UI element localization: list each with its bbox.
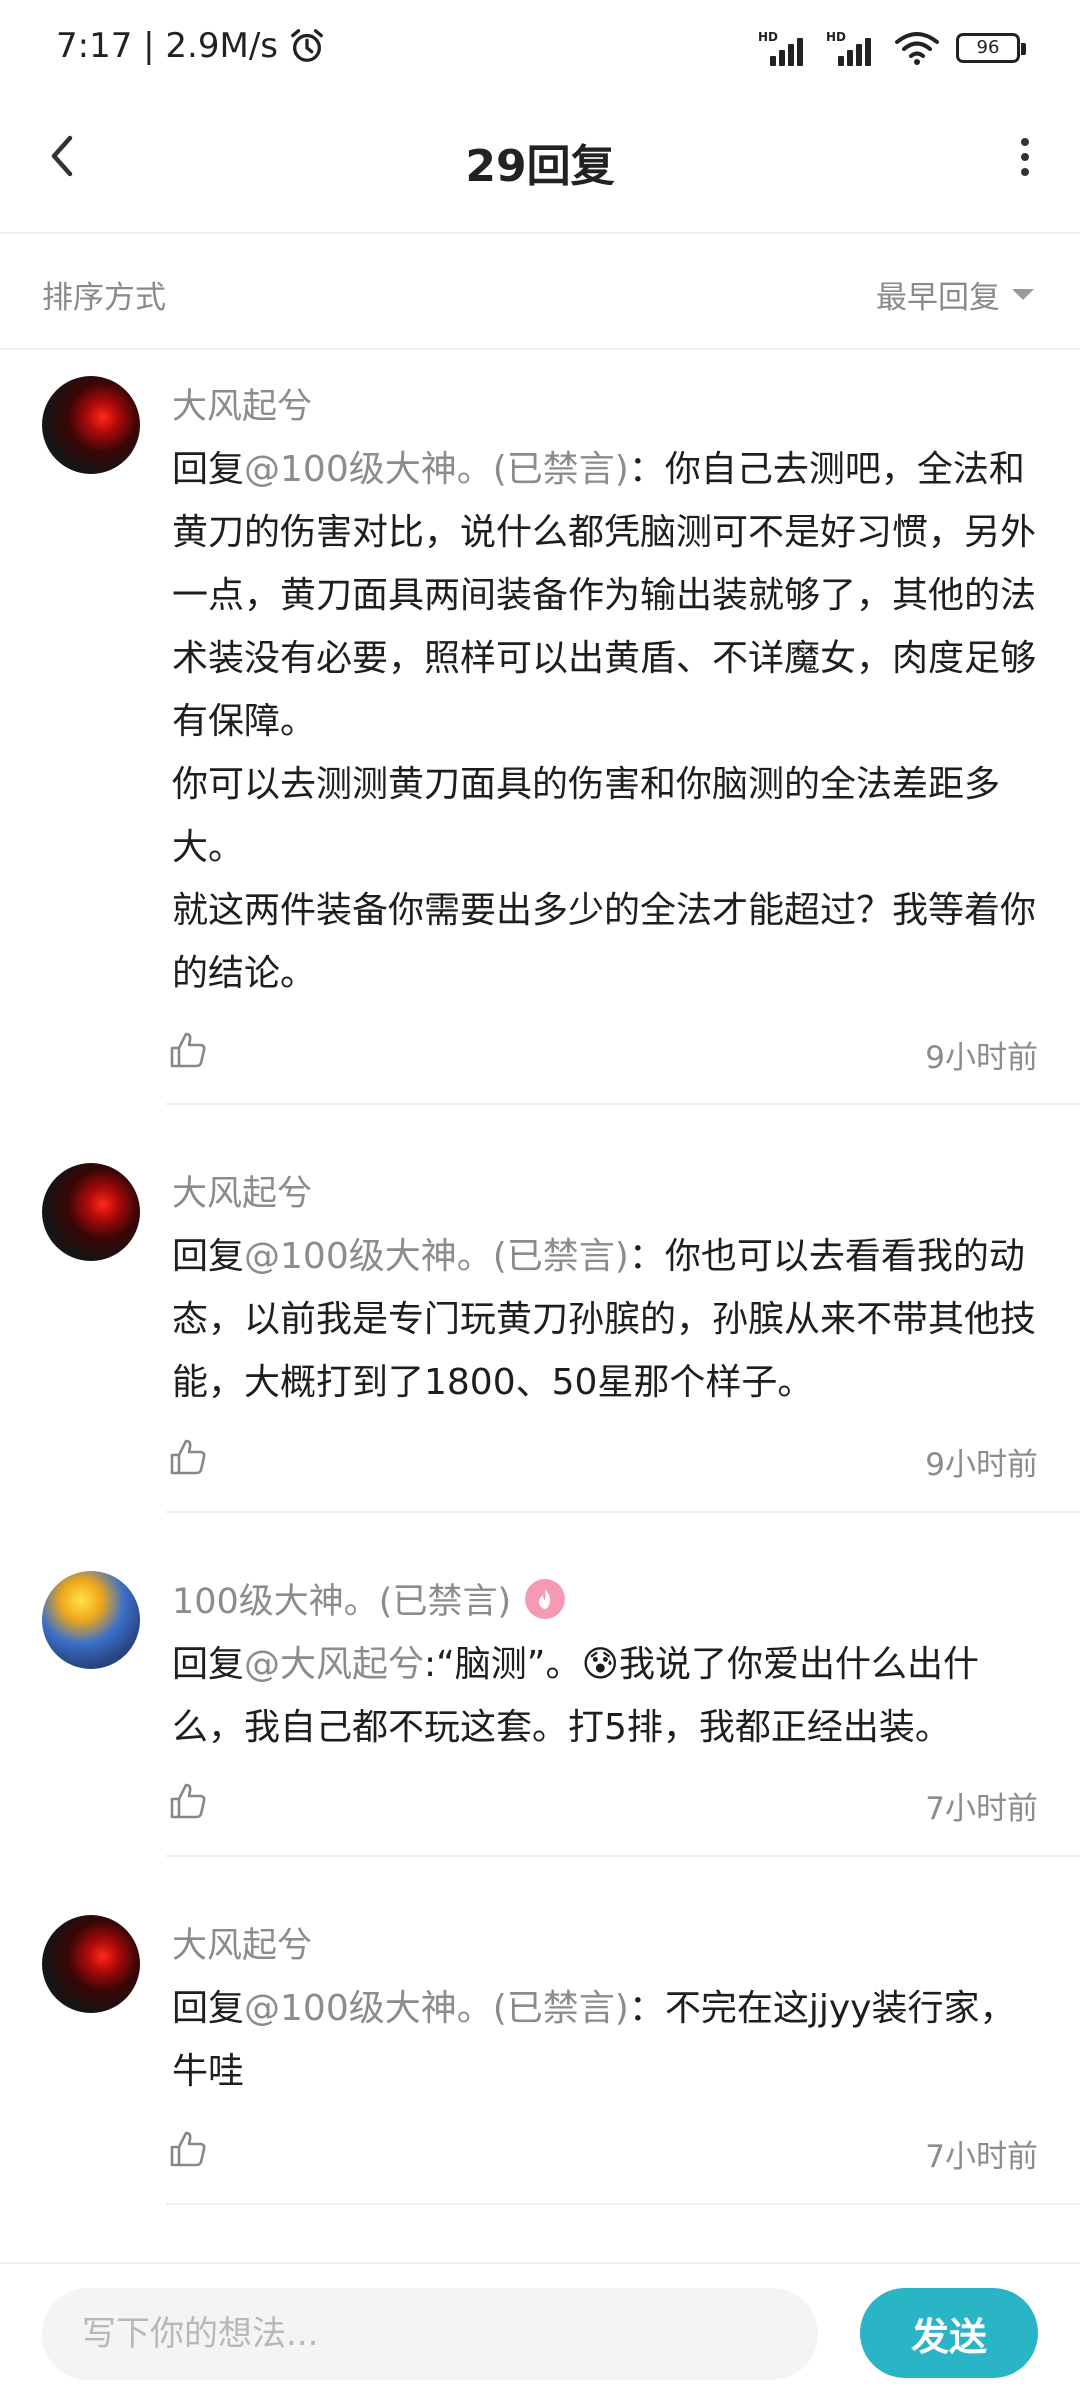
- signal-icon: HD: [758, 30, 812, 66]
- reply-prefix: 回复: [172, 1236, 245, 1277]
- wifi-icon: [895, 32, 939, 65]
- send-button[interactable]: 发送: [860, 2288, 1038, 2378]
- comment-input[interactable]: [42, 2288, 818, 2380]
- divider: [166, 1103, 1080, 1105]
- page-title: 29回复: [465, 141, 615, 192]
- comment-time: 9小时前: [925, 1040, 1038, 1076]
- comment-item: 大风起兮 回复@100级大神。(已禁言)：你自己去测吧，全法和黄刀的伤害对比，说…: [0, 350, 1080, 1105]
- avatar[interactable]: [42, 376, 140, 474]
- sort-bar: 排序方式 最早回复: [0, 236, 1080, 350]
- reply-target-link[interactable]: @100级大神。(已禁言): [244, 449, 629, 490]
- comment-author[interactable]: 大风起兮: [172, 1165, 312, 1216]
- reply-prefix: 回复: [172, 1988, 245, 2029]
- comment-author[interactable]: 大风起兮: [172, 1917, 312, 1968]
- divider: [166, 1511, 1080, 1513]
- page-header: 29回复: [0, 100, 1080, 234]
- comment-author[interactable]: 大风起兮: [172, 378, 312, 429]
- reply-target-link[interactable]: @100级大神。(已禁言): [244, 1988, 629, 2029]
- divider: [166, 2203, 1080, 2205]
- like-icon[interactable]: [168, 1437, 208, 1477]
- comment-item: 大风起兮 回复@100级大神。(已禁言)：你也可以去看看我的动态，以前我是专门玩…: [0, 1137, 1080, 1513]
- comment-body: 回复@100级大神。(已禁言)：你自己去测吧，全法和黄刀的伤害对比，说什么都凭脑…: [172, 438, 1042, 1005]
- like-icon[interactable]: [168, 2129, 208, 2169]
- comment-time: 7小时前: [925, 1791, 1038, 1827]
- comment-time: 9小时前: [925, 1447, 1038, 1483]
- status-bar: 7:17 | 2.9M/s HD HD 96: [0, 0, 1080, 100]
- reply-prefix: 回复: [172, 1644, 245, 1685]
- reply-prefix: 回复: [172, 449, 245, 490]
- battery-indicator: 96: [956, 33, 1026, 63]
- comment-item: 大风起兮 回复@100级大神。(已禁言)：不完在这jjyy装行家，牛哇 7小时前: [0, 1889, 1080, 2205]
- comment-time: 7小时前: [925, 2139, 1038, 2175]
- like-icon[interactable]: [168, 1781, 208, 1821]
- comment-author[interactable]: 100级大神。(已禁言): [172, 1573, 566, 1624]
- comment-text: ：你自己去测吧，全法和黄刀的伤害对比，说什么都凭脑测可不是好习惯，另外一点，黄刀…: [172, 449, 1037, 994]
- comment-input-bar: 发送: [0, 2262, 1080, 2400]
- signal-icon-2: HD: [826, 30, 880, 66]
- alarm-icon: [291, 29, 323, 62]
- sort-label: 排序方式: [42, 280, 166, 316]
- reply-target-link[interactable]: @100级大神。(已禁言): [244, 1236, 629, 1277]
- avatar[interactable]: [42, 1915, 140, 2013]
- fire-badge-icon: [525, 1578, 566, 1619]
- sort-dropdown[interactable]: 最早回复: [876, 272, 1034, 317]
- reply-target-link[interactable]: @大风起兮: [244, 1644, 424, 1685]
- status-time-speed: 7:17 | 2.9M/s: [56, 26, 278, 66]
- comment-body: 回复@100级大神。(已禁言)：你也可以去看看我的动态，以前我是专门玩黄刀孙膑的…: [172, 1225, 1042, 1414]
- avatar[interactable]: [42, 1571, 140, 1669]
- more-options-icon[interactable]: [1000, 132, 1050, 182]
- caret-down-icon: [1012, 289, 1034, 300]
- comment-item: 100级大神。(已禁言) 回复@大风起兮:“脑测”。😰我说了你爱出什么出什么，我…: [0, 1545, 1080, 1857]
- comment-body: 回复@大风起兮:“脑测”。😰我说了你爱出什么出什么，我自己都不玩这套。打5排，我…: [172, 1633, 1042, 1759]
- divider: [166, 1855, 1080, 1857]
- avatar[interactable]: [42, 1163, 140, 1261]
- sort-selected-value: 最早回复: [876, 280, 1000, 316]
- comment-body: 回复@100级大神。(已禁言)：不完在这jjyy装行家，牛哇: [172, 1977, 1042, 2103]
- like-icon[interactable]: [168, 1030, 208, 1070]
